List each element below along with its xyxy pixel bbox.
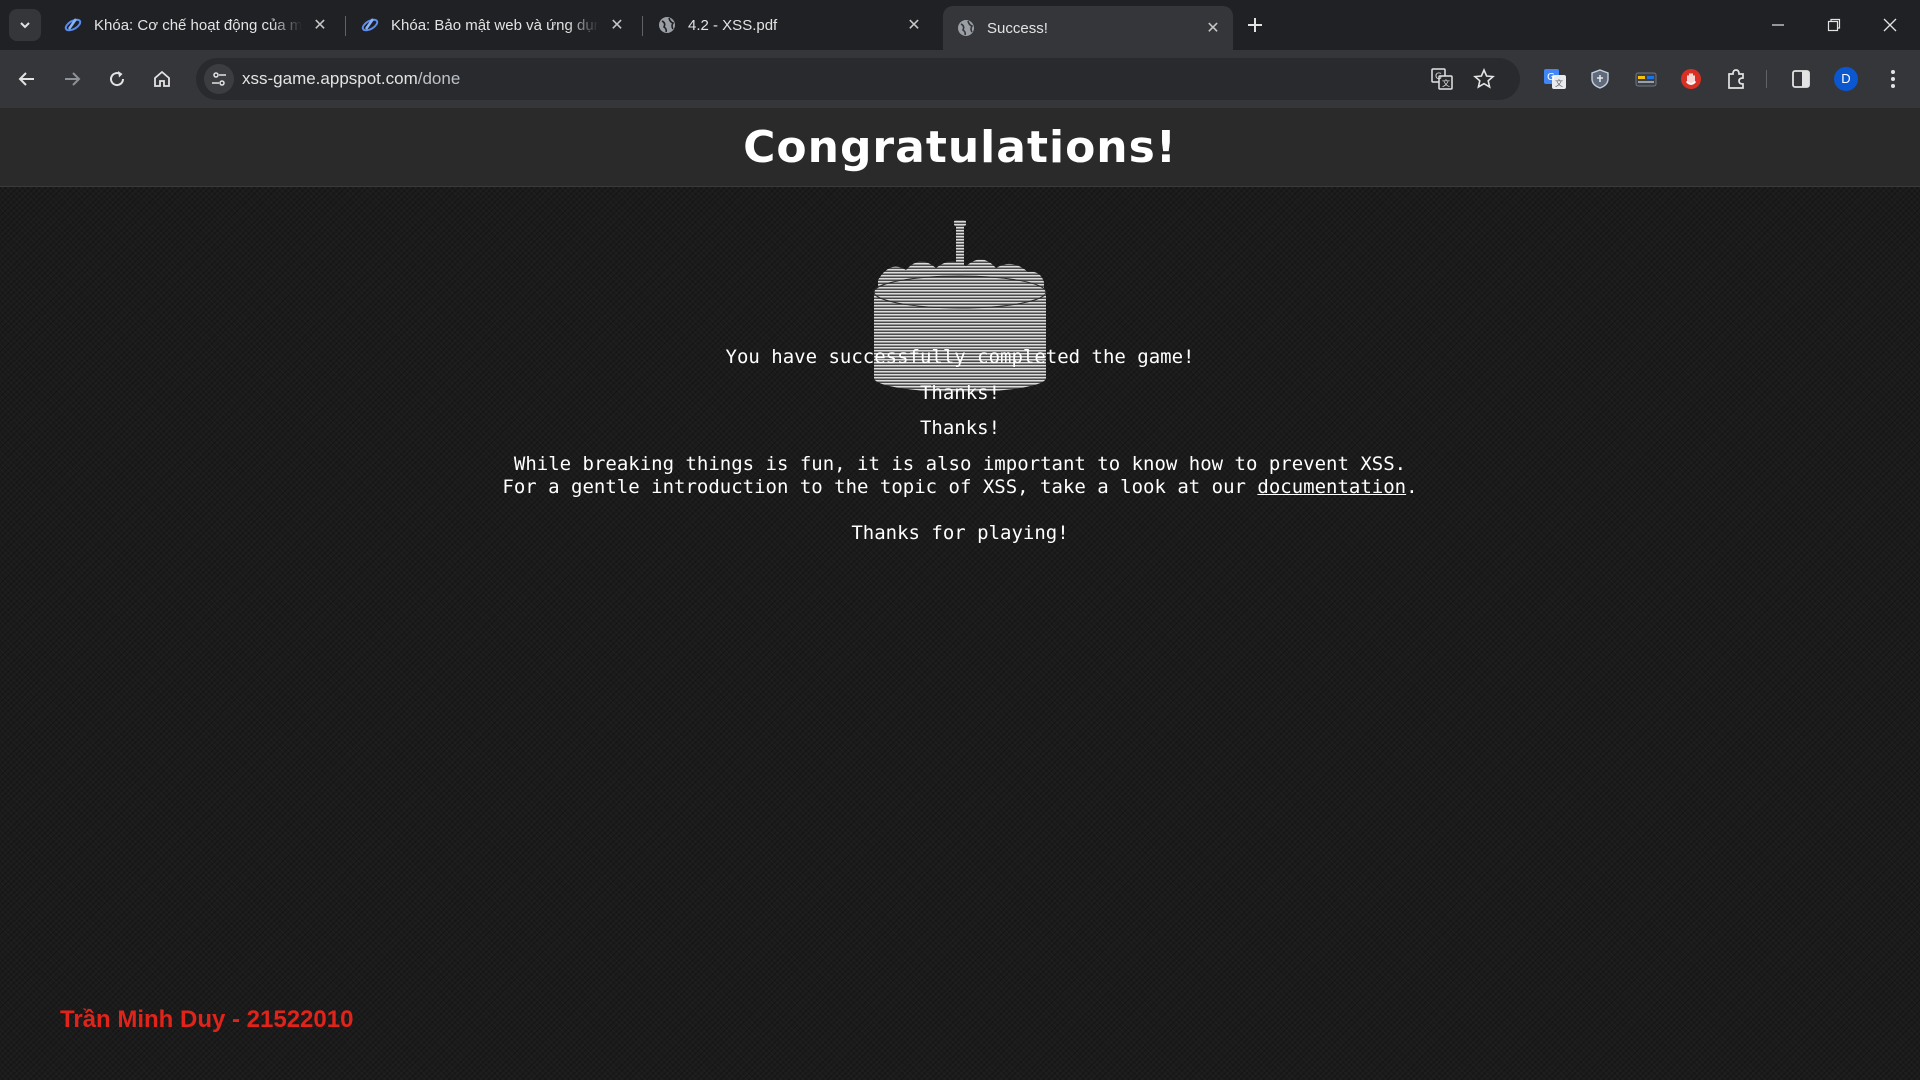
tab-success[interactable]: Success! ✕ <box>943 6 1233 50</box>
close-window-button[interactable] <box>1862 0 1918 50</box>
documentation-link[interactable]: documentation <box>1257 476 1406 498</box>
side-panel-button[interactable] <box>1787 65 1815 93</box>
stop-hand-icon <box>1681 69 1701 89</box>
restore-button[interactable] <box>1806 0 1862 50</box>
reload-icon <box>110 71 125 87</box>
profile-initial: D <box>1841 71 1851 86</box>
restore-icon <box>1827 18 1841 32</box>
minimize-icon <box>1772 24 1784 26</box>
tab-strip: Khóa: Cơ chế hoạt động của mã ✕ Khóa: Bả… <box>0 0 1920 50</box>
tab-course-2[interactable]: Khóa: Bảo mật web và ứng dụng ✕ <box>347 8 637 42</box>
cake-icon <box>873 220 1047 392</box>
tab-separator <box>642 16 643 36</box>
forward-button[interactable] <box>56 63 88 95</box>
close-icon[interactable]: ✕ <box>904 15 924 35</box>
tab-separator <box>345 16 346 36</box>
svg-text:文: 文 <box>1555 78 1563 88</box>
back-button[interactable] <box>11 63 43 95</box>
svg-text:G: G <box>1547 72 1555 83</box>
bookmark-button[interactable] <box>1470 65 1498 93</box>
side-panel-icon <box>1792 70 1810 88</box>
course-logo-icon <box>361 16 379 34</box>
url-path: /done <box>417 69 461 88</box>
translate-icon: G文 <box>1431 68 1453 90</box>
extension-hand[interactable] <box>1677 65 1705 93</box>
extensions-button[interactable] <box>1722 65 1750 93</box>
prevent-xss-text: While breaking things is fun, it is also… <box>513 453 1407 475</box>
toolbar-separator <box>1766 70 1767 88</box>
puzzle-icon <box>1728 69 1744 89</box>
page-content: Congratulations! You have successfully c… <box>0 108 1920 1080</box>
intro-prefix: For a gentle introduction to the topic o… <box>502 476 1258 498</box>
tab-search-button[interactable] <box>9 9 41 41</box>
arrow-left-icon <box>18 72 34 86</box>
minimize-button[interactable] <box>1750 0 1806 50</box>
google-translate-icon: G文 <box>1544 69 1566 89</box>
url-host: xss-game.appspot.com <box>242 69 418 88</box>
thanks-text: Thanks! <box>919 382 1001 404</box>
tune-icon <box>212 72 226 86</box>
new-tab-button[interactable] <box>1240 10 1270 40</box>
translate-button[interactable]: G文 <box>1428 65 1456 93</box>
tab-title: Khóa: Cơ chế hoạt động của mã <box>94 16 302 34</box>
completed-message: You have successfully completed the game… <box>725 346 1195 368</box>
more-vert-icon <box>1891 70 1895 88</box>
arrow-right-icon <box>65 72 81 86</box>
close-icon[interactable]: ✕ <box>310 15 330 35</box>
profile-avatar[interactable]: D <box>1832 65 1860 93</box>
extension-shield[interactable] <box>1586 65 1614 93</box>
tab-pdf[interactable]: 4.2 - XSS.pdf ✕ <box>644 8 934 42</box>
introduction-text: For a gentle introduction to the topic o… <box>0 476 1920 498</box>
close-icon[interactable]: ✕ <box>607 15 627 35</box>
tab-title: Khóa: Bảo mật web và ứng dụng <box>391 16 599 34</box>
tab-course-1[interactable]: Khóa: Cơ chế hoạt động của mã ✕ <box>50 8 340 42</box>
course-logo-icon <box>64 16 82 34</box>
menu-button[interactable] <box>1879 65 1907 93</box>
page-title: Congratulations! <box>743 121 1177 173</box>
tab-title: 4.2 - XSS.pdf <box>688 16 778 34</box>
star-icon <box>1473 68 1495 89</box>
close-icon[interactable]: ✕ <box>1203 18 1223 38</box>
extension-keyboard[interactable] <box>1632 65 1660 93</box>
url-text[interactable]: xss-game.appspot.com/done <box>242 69 460 89</box>
close-icon <box>1883 18 1897 32</box>
thanks-text: Thanks! <box>919 417 1001 439</box>
keyboard-icon <box>1635 72 1657 87</box>
extension-translate[interactable]: G文 <box>1541 65 1569 93</box>
page-header: Congratulations! <box>0 108 1920 187</box>
home-icon <box>154 70 170 87</box>
svg-text:文: 文 <box>1442 78 1450 88</box>
address-bar[interactable]: xss-game.appspot.com/done G文 <box>196 58 1520 100</box>
globe-icon <box>957 19 975 37</box>
svg-text:G: G <box>1435 72 1442 82</box>
chevron-down-icon <box>20 22 30 29</box>
plus-icon <box>1248 18 1262 32</box>
tab-title: Success! <box>987 19 1048 37</box>
shield-icon <box>1591 69 1609 89</box>
browser-toolbar: xss-game.appspot.com/done G文 G文 D <box>0 50 1920 108</box>
home-button[interactable] <box>146 63 178 95</box>
globe-icon <box>658 16 676 34</box>
intro-suffix: . <box>1406 476 1418 498</box>
author-watermark: Trần Minh Duy - 21522010 <box>60 1006 354 1033</box>
thanks-for-playing-text: Thanks for playing! <box>851 522 1069 544</box>
site-info-button[interactable] <box>204 64 234 94</box>
reload-button[interactable] <box>101 63 133 95</box>
